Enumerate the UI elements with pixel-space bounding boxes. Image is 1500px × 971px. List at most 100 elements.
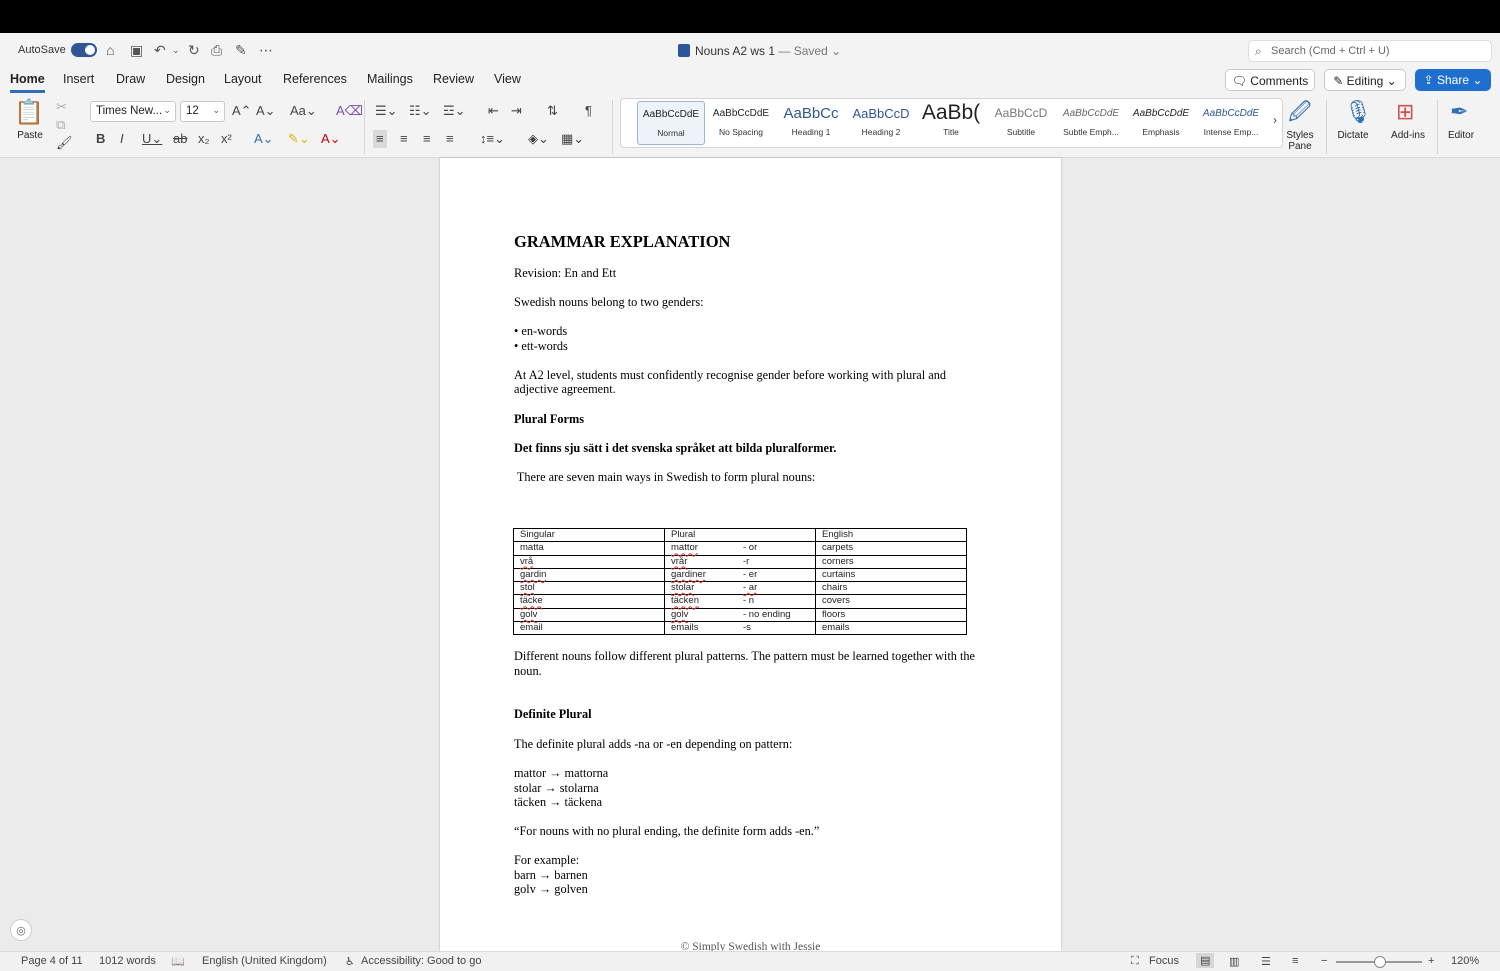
search-input[interactable]: ⌕ Search (Cmd + Ctrl + U) <box>1248 40 1492 62</box>
print-icon[interactable]: ⎙ <box>211 42 222 58</box>
style-normal[interactable]: AaBbCcDdE Normal <box>637 101 705 145</box>
undo-icon[interactable]: ↶ <box>154 42 166 58</box>
tab-view[interactable]: View <box>494 72 521 90</box>
styles-pane-icon[interactable]: 🖉 <box>1288 99 1311 125</box>
cut-icon[interactable]: ✂ <box>56 100 67 114</box>
edit-document-icon[interactable]: ✎ <box>235 42 247 58</box>
proofing-icon[interactable]: 📖 <box>171 955 185 968</box>
style-name: Normal <box>657 128 685 138</box>
tab-insert[interactable]: Insert <box>63 72 94 90</box>
style-no-spacing[interactable]: AaBbCcDdE No Spacing <box>707 101 775 145</box>
style-sample: AaBbCc <box>783 105 839 122</box>
fingerprint-icon[interactable]: ◎ <box>10 919 32 941</box>
tab-home[interactable]: Home <box>10 72 45 93</box>
tab-references[interactable]: References <box>283 72 347 90</box>
clipboard-icon[interactable]: 📋 <box>14 100 44 126</box>
accessibility-status[interactable]: Accessibility: Good to go <box>361 955 481 967</box>
style-heading-1[interactable]: AaBbCc Heading 1 <box>777 101 845 145</box>
no-ending-quote: “For nouns with no plural ending, the de… <box>514 824 820 838</box>
decrease-indent-icon[interactable]: ⇤ <box>488 104 499 118</box>
font-size-select[interactable]: 12 ⌄ <box>180 101 225 122</box>
dictate-button[interactable]: Dictate <box>1330 130 1376 141</box>
outline-view-icon[interactable]: ☰ <box>1261 955 1271 968</box>
tab-review[interactable]: Review <box>433 72 474 90</box>
tab-mailings[interactable]: Mailings <box>367 72 413 90</box>
share-button[interactable]: ⇪ Share ⌄ <box>1415 69 1491 91</box>
style-intense-emphasis[interactable]: AaBbCcDdE Intense Emp... <box>1197 101 1265 145</box>
editor-button[interactable]: Editor <box>1441 130 1481 141</box>
paste-button[interactable]: Paste <box>10 130 50 141</box>
table-row: gardin gardiner - er curtains <box>513 567 967 583</box>
shading-icon[interactable]: ◈⌄ <box>528 132 549 146</box>
zoom-out-icon[interactable]: − <box>1321 955 1327 967</box>
autosave-toggle[interactable] <box>71 43 97 57</box>
style-title[interactable]: AaBb( Title <box>917 101 985 145</box>
autosave-label: AutoSave <box>18 44 66 56</box>
language-label[interactable]: English (United Kingdom) <box>202 955 327 967</box>
tab-draw[interactable]: Draw <box>116 72 145 90</box>
document-page[interactable]: GRAMMAR EXPLANATION Revision: En and Ett… <box>440 158 1061 951</box>
styles-pane-button[interactable]: Styles Pane <box>1280 130 1320 152</box>
chevron-right-icon[interactable]: › <box>1273 113 1277 127</box>
format-painter-icon[interactable]: 🖌 <box>56 136 73 150</box>
line-spacing-icon[interactable]: ↕≡⌄ <box>480 132 505 146</box>
clear-formatting-icon[interactable]: A⌫ <box>336 104 363 118</box>
align-center-icon[interactable]: ≡ <box>400 132 408 146</box>
superscript-icon[interactable]: x² <box>221 132 232 146</box>
align-right-icon[interactable]: ≡ <box>423 132 431 146</box>
underline-icon[interactable]: U⌄ <box>142 132 162 146</box>
copy-icon[interactable]: ⧉ <box>56 118 65 132</box>
change-case-icon[interactable]: Aa⌄ <box>290 104 317 118</box>
print-layout-icon[interactable]: ▤ <box>1196 953 1215 968</box>
microphone-icon[interactable]: 🎙 <box>1344 99 1372 125</box>
align-left-icon[interactable]: ≡ <box>373 130 387 148</box>
style-heading-2[interactable]: AaBbCcD Heading 2 <box>847 101 915 145</box>
page-count[interactable]: Page 4 of 11 <box>21 955 83 967</box>
web-layout-icon[interactable]: ▥ <box>1229 955 1239 968</box>
tab-layout[interactable]: Layout <box>224 72 262 90</box>
word-count[interactable]: 1012 words <box>99 955 156 967</box>
grow-font-icon[interactable]: A⌃ <box>232 104 252 118</box>
style-subtitle[interactable]: AaBbCcD Subtitle <box>987 101 1055 145</box>
english-cell: corners <box>815 554 967 569</box>
focus-button[interactable]: Focus <box>1149 955 1179 967</box>
redo-icon[interactable]: ↻ <box>188 42 200 58</box>
increase-indent-icon[interactable]: ⇥ <box>511 104 522 118</box>
tab-design[interactable]: Design <box>166 72 205 90</box>
font-name-select[interactable]: Times New... ⌄ <box>90 101 176 122</box>
numbering-icon[interactable]: ☷⌄ <box>409 104 432 118</box>
strikethrough-icon[interactable]: ab <box>173 132 187 146</box>
subscript-icon[interactable]: x₂ <box>198 132 210 146</box>
editor-icon[interactable]: ✒ <box>1450 99 1468 125</box>
zoom-slider-thumb[interactable] <box>1374 956 1386 968</box>
italic-icon[interactable]: I <box>120 132 124 146</box>
addins-button[interactable]: Add-ins <box>1386 130 1430 141</box>
shrink-font-icon[interactable]: A⌄ <box>256 104 276 118</box>
zoom-in-icon[interactable]: + <box>1428 955 1434 967</box>
zoom-level[interactable]: 120% <box>1451 955 1479 967</box>
highlight-icon[interactable]: ✎⌄ <box>288 132 310 146</box>
style-subtle-emphasis[interactable]: AaBbCcDdE Subtle Emph... <box>1057 101 1125 145</box>
bold-icon[interactable]: B <box>96 132 105 146</box>
multilevel-list-icon[interactable]: ☲⌄ <box>443 104 466 118</box>
text-effects-icon[interactable]: A⌄ <box>254 132 274 146</box>
sort-icon[interactable]: ⇅ <box>547 104 558 118</box>
addins-icon[interactable]: ⊞ <box>1396 99 1414 125</box>
more-icon[interactable]: ⋯ <box>259 42 273 58</box>
home-icon[interactable]: ⌂ <box>106 42 114 58</box>
borders-icon[interactable]: ▦⌄ <box>561 132 584 146</box>
undo-dropdown-icon[interactable]: ⌄ <box>172 42 180 58</box>
editing-mode-button[interactable]: ✎ Editing ⌄ <box>1324 69 1406 91</box>
table-row: vrå vrår -r corners <box>513 554 967 569</box>
bullets-icon[interactable]: ☰⌄ <box>375 104 398 118</box>
show-formatting-icon[interactable]: ¶ <box>585 104 592 118</box>
bullet-ett-words: • ett-words <box>514 339 568 353</box>
document-title[interactable]: Nouns A2 ws 1 — Saved ⌄ <box>678 44 841 58</box>
save-icon[interactable]: ▣ <box>130 42 143 58</box>
style-emphasis[interactable]: AaBbCcDdE Emphasis <box>1127 101 1195 145</box>
font-color-icon[interactable]: A⌄ <box>321 132 341 146</box>
justify-icon[interactable]: ≡ <box>446 132 454 146</box>
draft-view-icon[interactable]: ≡ <box>1292 955 1298 967</box>
comments-button[interactable]: 🗨 Comments <box>1225 69 1315 91</box>
style-name: Heading 2 <box>861 127 901 137</box>
